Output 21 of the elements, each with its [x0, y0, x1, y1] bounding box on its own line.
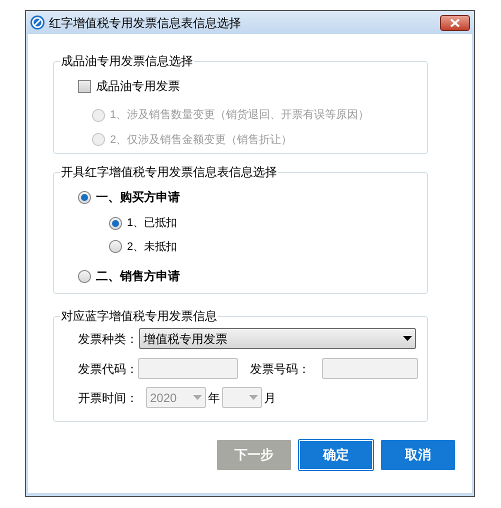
group-title: 开具红字增值税专用发票信息表信息选择 — [60, 164, 278, 180]
group-title: 对应蓝字增值税专用发票信息 — [60, 308, 218, 324]
option-label: 一、购买方申请 — [96, 189, 180, 206]
field-label: 开票时间： — [78, 390, 139, 406]
dropdown[interactable]: 2020 — [146, 387, 206, 408]
option-label: 2、仅涉及销售金额变更（销售折让） — [110, 132, 292, 148]
option-label: 2、未抵扣 — [127, 240, 178, 254]
field-label: 发票代码： — [78, 360, 138, 378]
dialog-button[interactable]: 取消 — [381, 440, 455, 470]
field-label: 发票号码： — [250, 360, 311, 378]
option-label: 1、已抵扣 — [127, 216, 178, 231]
window-title: 红字增值税专用发票信息表信息选择 — [49, 14, 241, 32]
option-label: 1、涉及销售数量变更（销货退回、开票有误等原因） — [110, 108, 370, 123]
month-label: 月 — [264, 390, 276, 406]
option-label: 二、销售方申请 — [96, 268, 180, 285]
dialog-button[interactable]: 确定 — [299, 440, 373, 470]
group-title: 成品油专用发票信息选择 — [60, 53, 194, 69]
checkbox-label: 成品油专用发票 — [96, 78, 180, 95]
year-label: 年 — [208, 390, 220, 406]
field-label: 发票种类： — [78, 330, 139, 348]
dropdown[interactable]: 增值税专用发票 — [139, 328, 416, 349]
